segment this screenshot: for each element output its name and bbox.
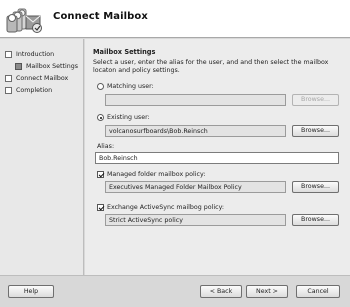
step-status-box [5,87,12,94]
wizard-header: Connect Mailbox [0,0,350,38]
managed-policy-field[interactable]: Executives Managed Folder Mailbox Policy [105,181,286,193]
step-connect-mailbox[interactable]: Connect Mailbox [5,73,68,84]
matching-user-field[interactable] [105,94,286,106]
existing-user-browse-button[interactable]: Browse... [292,125,339,137]
step-label: Introduction [16,51,55,58]
step-label: Completion [16,87,53,94]
page-title: Connect Mailbox [53,11,148,22]
section-title: Mailbox Settings [93,48,156,56]
wizard-steps-sidebar: Introduction Mailbox Settings Connect Ma… [0,39,84,275]
back-button[interactable]: < Back [200,285,242,298]
step-introduction[interactable]: Introduction [5,49,54,60]
step-label: Mailbox Settings [26,63,79,70]
step-mailbox-settings[interactable]: Mailbox Settings [15,61,78,72]
existing-user-label: Existing user: [107,114,150,121]
alias-label: Alias: [97,143,115,150]
managed-policy-browse-button[interactable]: Browse... [292,181,339,193]
cancel-button[interactable]: Cancel [296,285,340,298]
step-completion[interactable]: Completion [5,85,52,96]
activesync-policy-checkbox[interactable] [97,204,104,211]
existing-user-radio[interactable] [97,114,104,121]
mailbox-users-icon [6,8,42,33]
help-button[interactable]: Help [8,285,54,298]
step-label: Connect Mailbox [16,75,69,82]
alias-input[interactable]: Bob.Reinsch [95,152,339,164]
activesync-policy-label: Exchange ActiveSync mailbog policy: [107,204,224,211]
matching-user-radio[interactable] [97,83,104,90]
section-description: Select a user, enter the alias for the u… [93,59,329,75]
activesync-policy-browse-button[interactable]: Browse... [292,214,339,226]
next-button[interactable]: Next > [246,285,288,298]
matching-user-label: Matching user: [107,83,154,90]
managed-policy-label: Managed folder mailbox policy: [107,171,206,178]
matching-user-browse-button[interactable]: Browse... [292,94,339,106]
existing-user-field[interactable]: volcanosurfboards\Bob.Reinsch [105,125,286,137]
managed-policy-checkbox[interactable] [97,171,104,178]
current-step-box [15,63,22,70]
activesync-policy-field[interactable]: Strict ActiveSync policy [105,214,286,226]
mailbox-settings-panel: Mailbox Settings Select a user, enter th… [85,39,350,275]
wizard-footer: Help < Back Next > Cancel [0,275,350,307]
step-status-box [5,75,12,82]
step-status-box [5,51,12,58]
